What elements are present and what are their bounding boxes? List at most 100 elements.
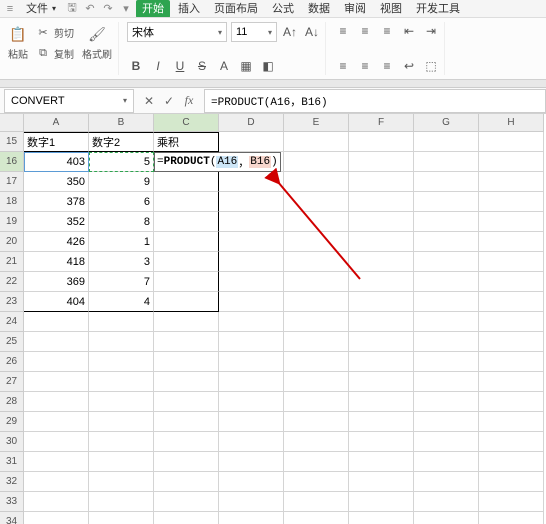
cell-E28[interactable] bbox=[284, 392, 349, 412]
cell-D17[interactable] bbox=[219, 172, 284, 192]
cell-H25[interactable] bbox=[479, 332, 544, 352]
cancel-formula-icon[interactable]: ✕ bbox=[140, 92, 158, 110]
decrease-font-icon[interactable]: A↓ bbox=[303, 23, 321, 41]
align-left-icon[interactable]: ≡ bbox=[334, 57, 352, 75]
cell-B16[interactable]: 5 bbox=[89, 152, 154, 172]
cell-C25[interactable] bbox=[154, 332, 219, 352]
merge-icon[interactable]: ⬚ bbox=[422, 57, 440, 75]
cell-C15[interactable]: 乘积 bbox=[154, 132, 219, 152]
cell-E17[interactable] bbox=[284, 172, 349, 192]
indent-dec-icon[interactable]: ⇤ bbox=[400, 22, 418, 40]
cell-E21[interactable] bbox=[284, 252, 349, 272]
cell-D30[interactable] bbox=[219, 432, 284, 452]
col-header-D[interactable]: D bbox=[219, 114, 284, 132]
increase-font-icon[interactable]: A↑ bbox=[281, 23, 299, 41]
cell-C17[interactable] bbox=[154, 172, 219, 192]
row-header-28[interactable]: 28 bbox=[0, 392, 24, 412]
cell-E33[interactable] bbox=[284, 492, 349, 512]
cell-A29[interactable] bbox=[24, 412, 89, 432]
cell-F21[interactable] bbox=[349, 252, 414, 272]
row-header-18[interactable]: 18 bbox=[0, 192, 24, 212]
row-header-29[interactable]: 29 bbox=[0, 412, 24, 432]
cell-A16[interactable]: 403 bbox=[24, 152, 89, 172]
cell-E26[interactable] bbox=[284, 352, 349, 372]
cell-B33[interactable] bbox=[89, 492, 154, 512]
cell-B22[interactable]: 7 bbox=[89, 272, 154, 292]
row-header-16[interactable]: 16 bbox=[0, 152, 24, 172]
cell-D28[interactable] bbox=[219, 392, 284, 412]
cell-H26[interactable] bbox=[479, 352, 544, 372]
cell-D18[interactable] bbox=[219, 192, 284, 212]
cell-B25[interactable] bbox=[89, 332, 154, 352]
row-header-15[interactable]: 15 bbox=[0, 132, 24, 152]
row-header-26[interactable]: 26 bbox=[0, 352, 24, 372]
cell-B21[interactable]: 3 bbox=[89, 252, 154, 272]
cell-F16[interactable] bbox=[349, 152, 414, 172]
cell-G29[interactable] bbox=[414, 412, 479, 432]
cell-H19[interactable] bbox=[479, 212, 544, 232]
cell-G32[interactable] bbox=[414, 472, 479, 492]
cell-E29[interactable] bbox=[284, 412, 349, 432]
menu-page-layout[interactable]: 页面布局 bbox=[208, 0, 264, 18]
cell-C27[interactable] bbox=[154, 372, 219, 392]
cell-E20[interactable] bbox=[284, 232, 349, 252]
format-painter-button[interactable]: 🖌 格式刷 bbox=[80, 22, 114, 63]
menu-developer[interactable]: 开发工具 bbox=[410, 0, 466, 18]
col-header-E[interactable]: E bbox=[284, 114, 349, 132]
cell-F18[interactable] bbox=[349, 192, 414, 212]
cell-B30[interactable] bbox=[89, 432, 154, 452]
row-header-24[interactable]: 24 bbox=[0, 312, 24, 332]
row-header-34[interactable]: 34 bbox=[0, 512, 24, 524]
cell-G31[interactable] bbox=[414, 452, 479, 472]
align-bot-icon[interactable]: ≡ bbox=[378, 22, 396, 40]
cell-H29[interactable] bbox=[479, 412, 544, 432]
cell-H33[interactable] bbox=[479, 492, 544, 512]
cell-B31[interactable] bbox=[89, 452, 154, 472]
cell-F27[interactable] bbox=[349, 372, 414, 392]
cell-A22[interactable]: 369 bbox=[24, 272, 89, 292]
cell-A20[interactable]: 426 bbox=[24, 232, 89, 252]
cell-F31[interactable] bbox=[349, 452, 414, 472]
cell-E31[interactable] bbox=[284, 452, 349, 472]
row-header-22[interactable]: 22 bbox=[0, 272, 24, 292]
cell-D33[interactable] bbox=[219, 492, 284, 512]
cut-button[interactable]: ✂剪切 bbox=[34, 23, 76, 42]
font-color-button[interactable]: A bbox=[215, 57, 233, 75]
cell-B20[interactable]: 1 bbox=[89, 232, 154, 252]
cell-H27[interactable] bbox=[479, 372, 544, 392]
cell-F28[interactable] bbox=[349, 392, 414, 412]
cell-C30[interactable] bbox=[154, 432, 219, 452]
cell-E19[interactable] bbox=[284, 212, 349, 232]
row-header-17[interactable]: 17 bbox=[0, 172, 24, 192]
col-header-G[interactable]: G bbox=[414, 114, 479, 132]
cell-E32[interactable] bbox=[284, 472, 349, 492]
paste-button[interactable]: 📋 粘贴 bbox=[6, 22, 30, 63]
cell-C28[interactable] bbox=[154, 392, 219, 412]
cell-F17[interactable] bbox=[349, 172, 414, 192]
col-header-H[interactable]: H bbox=[479, 114, 544, 132]
cell-A26[interactable] bbox=[24, 352, 89, 372]
cell-H23[interactable] bbox=[479, 292, 544, 312]
cell-D19[interactable] bbox=[219, 212, 284, 232]
cell-B26[interactable] bbox=[89, 352, 154, 372]
cell-B34[interactable] bbox=[89, 512, 154, 524]
cell-G19[interactable] bbox=[414, 212, 479, 232]
fill-color-button[interactable]: ◧ bbox=[259, 57, 277, 75]
col-header-F[interactable]: F bbox=[349, 114, 414, 132]
cell-H15[interactable] bbox=[479, 132, 544, 152]
align-center-icon[interactable]: ≡ bbox=[356, 57, 374, 75]
cell-F15[interactable] bbox=[349, 132, 414, 152]
cell-B24[interactable] bbox=[89, 312, 154, 332]
redo-icon[interactable]: ↷ bbox=[100, 1, 116, 17]
underline-button[interactable]: U bbox=[171, 57, 189, 75]
cell-G23[interactable] bbox=[414, 292, 479, 312]
save-icon[interactable]: 🖫 bbox=[64, 1, 80, 17]
cell-F32[interactable] bbox=[349, 472, 414, 492]
wrap-icon[interactable]: ↩ bbox=[400, 57, 418, 75]
cell-F20[interactable] bbox=[349, 232, 414, 252]
indent-inc-icon[interactable]: ⇥ bbox=[422, 22, 440, 40]
row-header-31[interactable]: 31 bbox=[0, 452, 24, 472]
cell-F19[interactable] bbox=[349, 212, 414, 232]
cell-B17[interactable]: 9 bbox=[89, 172, 154, 192]
accept-formula-icon[interactable]: ✓ bbox=[160, 92, 178, 110]
